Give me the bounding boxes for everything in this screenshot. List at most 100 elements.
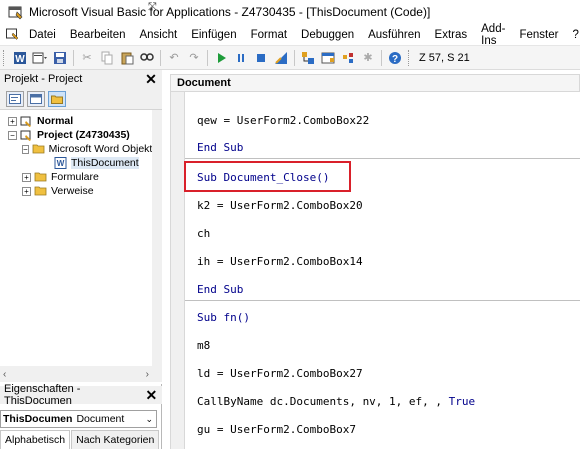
toggle-folders-icon[interactable] <box>48 90 66 107</box>
tab-nach-kategorien[interactable]: Nach Kategorien <box>71 430 160 449</box>
menu-einfuegen[interactable]: Einfügen <box>184 24 243 45</box>
tab-alphabetisch[interactable]: Alphabetisch <box>0 430 71 449</box>
close-icon[interactable]: ✕ <box>145 387 158 404</box>
code-line[interactable]: m8 <box>197 339 210 352</box>
object-dropdown[interactable]: Document <box>170 74 580 92</box>
find-icon[interactable] <box>138 49 156 67</box>
properties-header: Eigenschaften - ThisDocumen ✕ <box>0 383 162 407</box>
help-icon[interactable]: ? <box>386 49 404 67</box>
redo-icon[interactable]: ↷ <box>185 49 203 67</box>
folder-icon <box>34 185 48 197</box>
project-vertical-scrollbar[interactable] <box>152 110 162 382</box>
object-browser-icon[interactable] <box>339 49 357 67</box>
code-line[interactable]: ch <box>197 227 210 240</box>
save-icon[interactable] <box>51 49 69 67</box>
view-object-icon[interactable] <box>27 90 45 107</box>
view-code-icon[interactable] <box>6 90 24 107</box>
toolbar-separator <box>160 49 161 66</box>
window-title: Microsoft Visual Basic for Applications … <box>29 5 431 19</box>
code-line[interactable]: End Sub <box>197 283 243 296</box>
vba-project-icon <box>20 115 34 127</box>
code-line[interactable]: CallByName dc.Documents, nv, 1, ef, , Tr… <box>197 395 475 408</box>
insert-module-icon[interactable] <box>31 49 49 67</box>
toolbar-grip <box>408 49 412 66</box>
toolbar-separator <box>381 49 382 66</box>
tree-item-thisdocument[interactable]: W ThisDocument <box>0 156 152 170</box>
copy-icon[interactable] <box>98 49 116 67</box>
procedure-separator <box>185 158 580 159</box>
mouse-cursor-icon: ⤧ <box>148 1 157 13</box>
cut-icon[interactable]: ✂ <box>78 49 96 67</box>
toolbar-separator <box>294 49 295 66</box>
scroll-right-icon[interactable]: › <box>146 369 149 380</box>
tree-item-normal[interactable]: + Normal <box>0 114 152 128</box>
tree-item-formulare[interactable]: + Formulare <box>0 170 152 184</box>
menu-icon-button[interactable] <box>0 24 22 45</box>
project-explorer-icon[interactable] <box>299 49 317 67</box>
chevron-down-icon[interactable]: ⌄ <box>145 414 156 425</box>
svg-text:?: ? <box>392 54 398 65</box>
expand-icon[interactable]: + <box>8 116 17 126</box>
toolbar-separator <box>73 49 74 66</box>
object-name: ThisDocumen <box>3 413 73 425</box>
menu-fenster[interactable]: Fenster <box>512 24 565 45</box>
menu-help[interactable]: ? <box>565 24 580 45</box>
code-line[interactable]: k2 = UserForm2.ComboBox20 <box>197 199 363 212</box>
project-toolbar <box>0 88 162 110</box>
menu-ansicht[interactable]: Ansicht <box>132 24 184 45</box>
expand-icon[interactable]: + <box>22 186 31 196</box>
menu-bearbeiten[interactable]: Bearbeiten <box>63 24 133 45</box>
collapse-icon[interactable]: − <box>8 130 17 140</box>
properties-window: Eigenschaften - ThisDocumen ✕ ThisDocume… <box>0 383 162 449</box>
toolbar-grip[interactable] <box>3 49 7 66</box>
view-word-icon[interactable]: W <box>11 49 29 67</box>
undo-icon[interactable]: ↶ <box>165 49 183 67</box>
vba-app-icon <box>8 4 24 20</box>
code-line[interactable]: ih = UserForm2.ComboBox14 <box>197 255 363 268</box>
toolbar-separator <box>207 49 208 66</box>
pause-icon[interactable] <box>232 49 250 67</box>
properties-title: Eigenschaften - ThisDocumen <box>4 383 81 407</box>
scroll-left-icon[interactable]: ‹ <box>3 369 6 380</box>
title-bar: Microsoft Visual Basic for Applications … <box>0 0 580 24</box>
object-type: Document <box>76 413 125 425</box>
code-line[interactable]: Sub fn() <box>197 311 250 324</box>
vba-project-icon <box>20 129 34 141</box>
menu-bar: Datei Bearbeiten Ansicht Einfügen Format… <box>0 23 580 47</box>
stop-icon[interactable] <box>252 49 270 67</box>
word-document-icon: W <box>54 157 68 169</box>
menu-debuggen[interactable]: Debuggen <box>294 24 361 45</box>
folder-icon <box>34 171 48 183</box>
code-line[interactable]: gu = UserForm2.ComboBox7 <box>197 423 356 436</box>
project-explorer: Projekt - Project ✕ + Normal − Project (… <box>0 70 162 382</box>
properties-window-icon[interactable] <box>319 49 337 67</box>
properties-tabs: Alphabetisch Nach Kategorien <box>0 430 162 449</box>
highlight-box <box>184 161 351 192</box>
standard-toolbar: W ✂ ↶ ↷ ✱ ? Z 57, S 21 <box>0 46 580 70</box>
menu-add-ins[interactable]: Add-Ins <box>474 23 512 47</box>
code-line[interactable]: ld = UserForm2.ComboBox27 <box>197 367 363 380</box>
tree-item-project[interactable]: − Project (Z4730435) <box>0 128 152 142</box>
menu-datei[interactable]: Datei <box>22 24 63 45</box>
project-explorer-header: Projekt - Project ✕ <box>0 70 162 88</box>
project-horizontal-scrollbar[interactable]: ‹ › <box>0 366 152 382</box>
object-selector[interactable]: ThisDocumen Document ⌄ <box>0 410 157 428</box>
paste-icon[interactable] <box>118 49 136 67</box>
project-explorer-title: Projekt - Project <box>4 73 83 85</box>
tree-item-verweise[interactable]: + Verweise <box>0 184 152 198</box>
menu-extras[interactable]: Extras <box>428 24 475 45</box>
collapse-icon[interactable]: − <box>22 144 29 154</box>
expand-icon[interactable]: + <box>22 172 31 182</box>
vba-small-icon <box>6 27 20 43</box>
close-icon[interactable]: ✕ <box>144 71 158 88</box>
tree-item-word-objects[interactable]: − Microsoft Word Objekte <box>0 142 158 156</box>
menu-ausfuehren[interactable]: Ausführen <box>361 24 427 45</box>
code-line[interactable]: qew = UserForm2.ComboBox22 <box>197 114 369 127</box>
run-icon[interactable] <box>212 49 230 67</box>
code-editor[interactable]: qew = UserForm2.ComboBox22 End Sub Sub D… <box>170 92 580 449</box>
design-mode-icon[interactable] <box>272 49 290 67</box>
menu-format[interactable]: Format <box>244 24 294 45</box>
code-line[interactable]: End Sub <box>197 141 243 154</box>
toolbox-icon[interactable]: ✱ <box>359 49 377 67</box>
code-margin[interactable] <box>171 92 185 449</box>
